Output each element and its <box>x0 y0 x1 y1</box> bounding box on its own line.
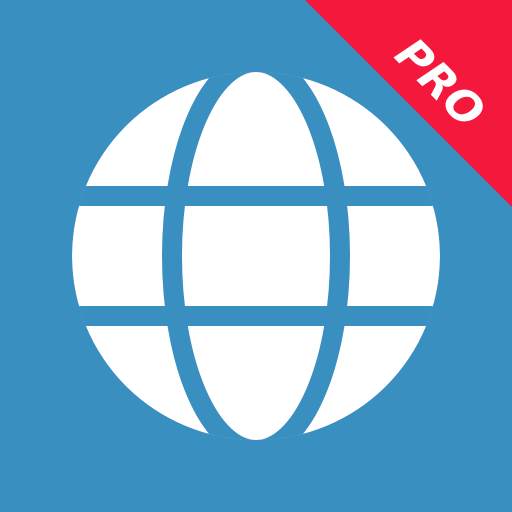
app-icon-artwork: PRO <box>0 0 512 512</box>
app-icon: PRO <box>0 0 512 512</box>
